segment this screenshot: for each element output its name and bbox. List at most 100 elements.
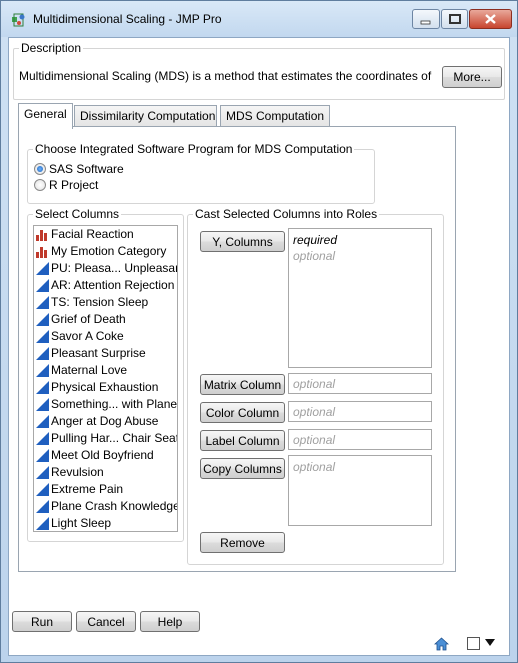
column-list-item[interactable]: Savor A Coke [34,328,177,345]
column-list-item[interactable]: Something... with Plane [34,396,177,413]
column-list-item[interactable]: Pulling Har... Chair Seat [34,430,177,447]
continuous-triangle-icon [36,483,49,496]
column-list-item-label: Grief of Death [51,312,126,326]
radio-r-project[interactable]: R Project [34,178,98,194]
minimize-icon [420,20,431,25]
column-list-item-label: Pulling Har... Chair Seat [51,431,178,445]
general-tab-panel: Choose Integrated Software Program for M… [18,126,456,572]
maximize-button[interactable] [441,9,468,29]
app-window: Multidimensional Scaling - JMP Pro Descr… [0,0,518,663]
column-list-item-label: Savor A Coke [51,329,124,343]
software-legend: Choose Integrated Software Program for M… [33,142,355,156]
copy-columns-button[interactable]: Copy Columns [200,458,285,479]
continuous-triangle-icon [36,398,49,411]
matrix-column-button[interactable]: Matrix Column [200,374,285,395]
tab-general[interactable]: General [18,103,73,129]
label-column-button[interactable]: Label Column [200,430,285,451]
close-icon [485,14,496,24]
column-list-item-label: AR: Attention Rejection [51,278,175,292]
description-text: Multidimensional Scaling (MDS) is a meth… [19,69,432,83]
matrix-column-role-box[interactable]: optional [288,373,432,394]
software-group: Choose Integrated Software Program for M… [27,142,375,204]
radio-unchecked-icon [34,179,46,191]
column-list-item-label: Revulsion [51,465,104,479]
column-list-item[interactable]: Maternal Love [34,362,177,379]
column-list-item-label: Something... with Plane [51,397,178,411]
column-list-item[interactable]: AR: Attention Rejection [34,277,177,294]
remove-button[interactable]: Remove [200,532,285,553]
column-list-item[interactable]: Anger at Dog Abuse [34,413,177,430]
continuous-triangle-icon [36,296,49,309]
column-list-item-label: Maternal Love [51,363,128,377]
radio-checked-icon [34,163,46,175]
continuous-triangle-icon [36,313,49,326]
continuous-triangle-icon [36,262,49,275]
column-list-item[interactable]: Pleasant Surprise [34,345,177,362]
select-columns-group: Select Columns Facial Reaction My Emotion… [27,207,184,542]
continuous-triangle-icon [36,279,49,292]
continuous-triangle-icon [36,466,49,479]
continuous-triangle-icon [36,364,49,377]
minimize-button[interactable] [412,9,440,29]
select-columns-legend: Select Columns [33,207,122,221]
radio-r-label: R Project [49,178,99,192]
help-button[interactable]: Help [140,611,200,632]
tab-dissimilarity-computation[interactable]: Dissimilarity Computation [74,105,217,128]
column-list-item[interactable]: Revulsion [34,464,177,481]
dialog-body: Description Multidimensional Scaling (MD… [8,37,510,656]
column-list-item-label: Physical Exhaustion [51,380,159,394]
color-column-button[interactable]: Color Column [200,402,285,423]
close-button[interactable] [469,9,512,29]
column-list-item-label: Anger at Dog Abuse [51,414,159,428]
column-list-item[interactable]: Plane Crash Knowledge [34,498,177,515]
column-list-item[interactable]: Extreme Pain [34,481,177,498]
cast-roles-group: Cast Selected Columns into Roles Y, Colu… [187,207,444,565]
column-list-item[interactable]: Facial Reaction [34,226,177,243]
description-group: Description Multidimensional Scaling (MD… [13,41,505,100]
description-legend: Description [19,41,84,55]
column-list-item[interactable]: Physical Exhaustion [34,379,177,396]
window-title: Multidimensional Scaling - JMP Pro [33,12,222,26]
column-list-item[interactable]: PU: Pleasa... Unpleasant [34,260,177,277]
column-list-item-label: Plane Crash Knowledge [51,499,178,513]
column-list-item-label: TS: Tension Sleep [51,295,149,309]
home-icon[interactable] [434,637,449,651]
column-list-item[interactable]: Meet Old Boyfriend [34,447,177,464]
radio-sas-software[interactable]: SAS Software [34,162,124,178]
y-columns-optional-text: optional [293,249,336,263]
dropdown-arrow-icon[interactable] [485,639,495,647]
color-column-role-box[interactable]: optional [288,401,432,422]
column-list[interactable]: Facial Reaction My Emotion Category PU: Pl… [33,225,178,532]
title-bar: Multidimensional Scaling - JMP Pro [1,1,517,37]
column-list-item[interactable]: Grief of Death [34,311,177,328]
copy-columns-role-box[interactable]: optional [288,455,432,526]
y-columns-required-text: required [293,233,338,247]
panel-toggle-icon[interactable] [467,637,480,650]
continuous-triangle-icon [36,381,49,394]
cast-roles-legend: Cast Selected Columns into Roles [193,207,380,221]
column-list-item-label: Light Sleep [51,516,112,530]
continuous-triangle-icon [36,500,49,513]
column-list-item-label: Extreme Pain [51,482,124,496]
tab-mds-computation[interactable]: MDS Computation [220,105,330,128]
continuous-triangle-icon [36,415,49,428]
column-list-item[interactable]: TS: Tension Sleep [34,294,177,311]
column-list-item-label: PU: Pleasa... Unpleasant [51,261,178,275]
column-list-item[interactable]: Light Sleep [34,515,177,531]
label-column-role-box[interactable]: optional [288,429,432,450]
radio-sas-label: SAS Software [49,162,124,176]
column-list-item-label: Pleasant Surprise [51,346,146,360]
more-button[interactable]: More... [442,66,502,88]
continuous-triangle-icon [36,330,49,343]
continuous-triangle-icon [36,449,49,462]
cancel-button[interactable]: Cancel [76,611,136,632]
y-columns-button[interactable]: Y, Columns [200,231,285,252]
column-list-item[interactable]: My Emotion Category [34,243,177,260]
continuous-triangle-icon [36,517,49,530]
run-button[interactable]: Run [12,611,72,632]
continuous-triangle-icon [36,347,49,360]
y-columns-role-list[interactable]: required optional [288,228,432,368]
nominal-bar-icon [36,247,47,258]
maximize-icon [449,14,461,24]
jmp-app-icon [12,13,25,27]
